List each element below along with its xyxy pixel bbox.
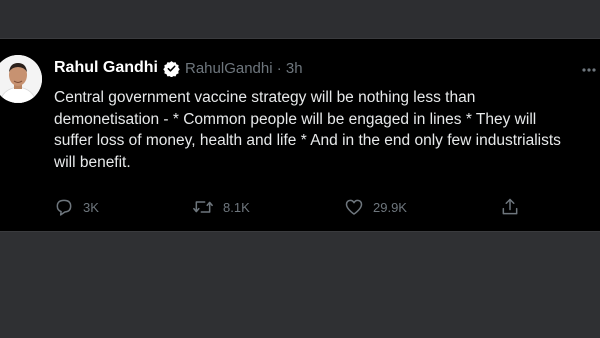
share-button[interactable] bbox=[500, 197, 520, 217]
reply-icon bbox=[54, 197, 74, 217]
tweet-text-line: will benefit. bbox=[54, 153, 131, 171]
top-background bbox=[0, 0, 600, 38]
verified-badge-icon bbox=[163, 60, 180, 77]
reply-button[interactable]: 3K bbox=[54, 197, 99, 217]
tweet-card[interactable]: Rahul Gandhi RahulGandhi · 3h Central go… bbox=[0, 38, 600, 232]
retweet-button[interactable]: 8.1K bbox=[192, 197, 250, 217]
avatar-image bbox=[0, 55, 42, 103]
tweet-text-line: Central government vaccine strategy will… bbox=[54, 89, 476, 106]
tweet-header: Rahul Gandhi RahulGandhi · 3h bbox=[54, 57, 303, 79]
tweet-text: Central government vaccine strategy will… bbox=[54, 87, 600, 173]
author-handle-and-time[interactable]: RahulGandhi · 3h bbox=[185, 60, 303, 77]
author-name[interactable]: Rahul Gandhi bbox=[54, 59, 158, 77]
more-horizontal-icon[interactable] bbox=[582, 61, 596, 72]
share-icon bbox=[500, 197, 520, 217]
screenshot-page: Rahul Gandhi RahulGandhi · 3h Central go… bbox=[0, 0, 600, 338]
bottom-background bbox=[0, 232, 600, 338]
avatar[interactable] bbox=[0, 55, 42, 103]
heart-icon bbox=[344, 197, 364, 217]
tweet-text-line: demonetisation - * Common people will be… bbox=[54, 110, 537, 128]
retweet-icon bbox=[192, 197, 214, 217]
like-button[interactable]: 29.9K bbox=[344, 197, 407, 217]
tweet-actions: 3K 8.1K 29.9K bbox=[0, 197, 600, 221]
like-count: 29.9K bbox=[373, 199, 407, 215]
reply-count: 3K bbox=[83, 199, 99, 215]
retweet-count: 8.1K bbox=[223, 199, 250, 215]
tweet-text-line: suffer loss of money, health and life * … bbox=[54, 132, 561, 149]
